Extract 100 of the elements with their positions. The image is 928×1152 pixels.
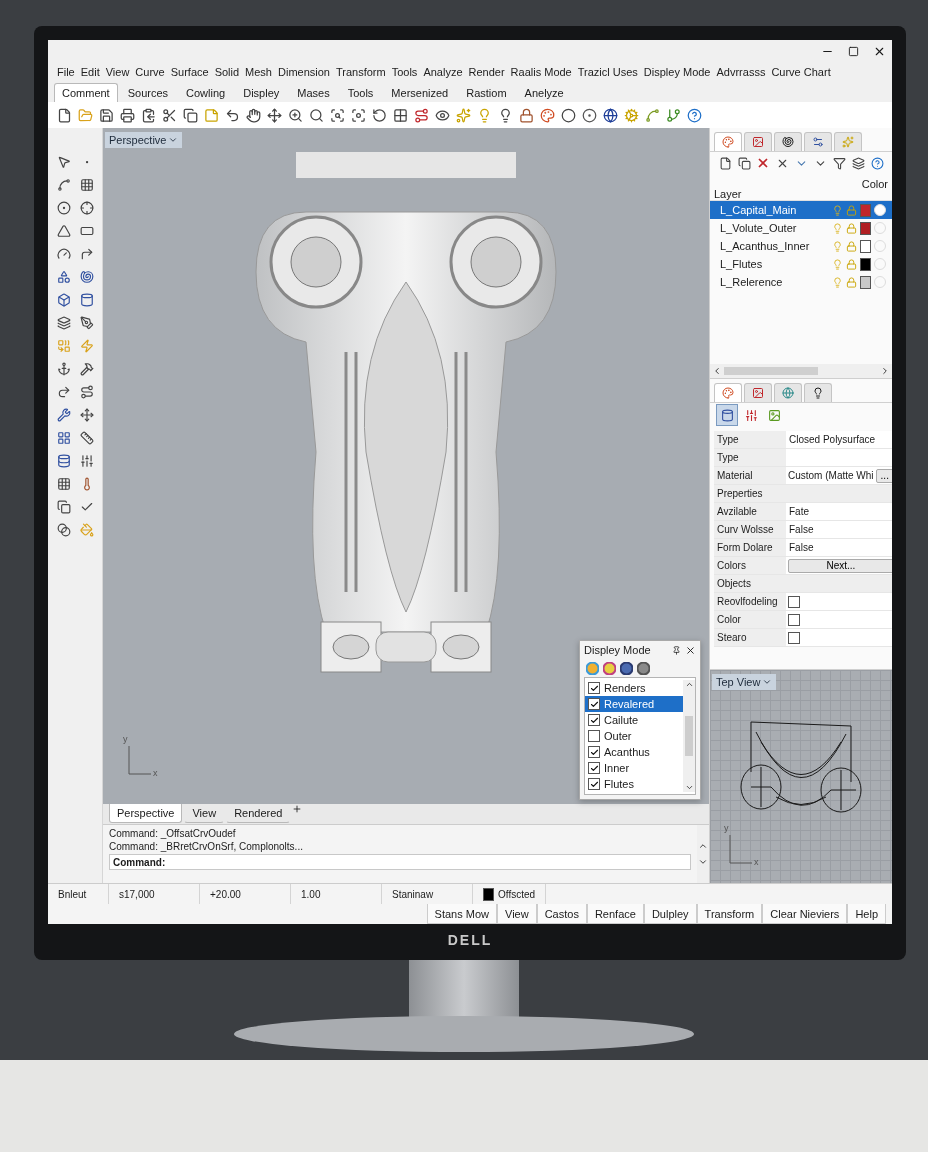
command-history-line: Command: _BRretCrvOnSrf, Complonolts... <box>109 841 304 852</box>
section-header: Objects <box>714 575 892 593</box>
menu-item[interactable]: Analyze <box>420 66 466 78</box>
property-label: Avzilable <box>714 503 786 521</box>
checkbox[interactable] <box>588 778 600 790</box>
display-tab[interactable] <box>744 383 772 402</box>
checkbox[interactable] <box>588 762 600 774</box>
menu-item[interactable]: File <box>54 66 78 78</box>
menu-item[interactable]: Surface <box>167 66 212 78</box>
scrollbar[interactable] <box>697 825 709 883</box>
next-button[interactable]: Next... <box>788 558 892 573</box>
image-icon <box>752 136 764 148</box>
ribbon-tab[interactable]: Anelyze <box>516 83 572 102</box>
mode-list-item[interactable]: Inner <box>585 760 683 776</box>
menu-item[interactable]: Trazicl Uses <box>574 66 641 78</box>
menu-item[interactable]: Transform <box>332 66 389 78</box>
bottom-tab[interactable]: View <box>497 904 537 924</box>
checkbox[interactable] <box>588 698 600 710</box>
scroll-thumb[interactable] <box>685 716 693 756</box>
caret-icon[interactable] <box>168 135 179 145</box>
ribbon-tab[interactable]: Sources <box>119 83 177 102</box>
menu-item[interactable]: View <box>102 66 133 78</box>
bottom-tab[interactable]: Stans Mow <box>426 904 497 924</box>
menu-item[interactable]: Raalis Mode <box>507 66 575 78</box>
bottom-tab[interactable]: Dulpley <box>643 904 697 924</box>
property-label: Type <box>714 431 786 449</box>
checkbox[interactable] <box>588 730 600 742</box>
mode-list-item[interactable]: Acanthus <box>585 744 683 760</box>
menu-item[interactable]: Dimension <box>275 66 333 78</box>
menu-item[interactable]: Mesh <box>242 66 275 78</box>
mode-list-item[interactable]: Outer <box>585 728 683 744</box>
panel-title: Displey Mode <box>584 644 652 656</box>
mode-list-item[interactable]: Renders <box>585 680 683 696</box>
ribbon-tab[interactable]: Cowling <box>178 83 234 102</box>
checkbox[interactable] <box>588 746 600 758</box>
mode-list-item[interactable]: Flutes <box>585 776 683 792</box>
axis-label: x <box>754 857 759 867</box>
bottom-tab[interactable]: Transform <box>696 904 763 924</box>
add-tab-icon[interactable] <box>292 804 303 814</box>
caret-icon[interactable] <box>762 677 773 687</box>
object-icon[interactable] <box>716 404 738 426</box>
menu-item[interactable]: Tools <box>388 66 421 78</box>
ribbon-tab[interactable]: Mersenized <box>383 83 457 102</box>
maximize-icon[interactable] <box>848 45 859 57</box>
scroll-down-icon[interactable] <box>684 783 694 792</box>
light-tab[interactable] <box>804 383 832 402</box>
viewport-tab[interactable]: View <box>184 804 225 823</box>
render-tab[interactable] <box>804 132 832 151</box>
menu-item[interactable]: Curve Chart <box>768 66 834 78</box>
properties-tab[interactable] <box>714 383 742 402</box>
checkbox[interactable] <box>588 714 600 726</box>
viewport-tab[interactable]: Rendered <box>226 804 291 823</box>
menu-item[interactable]: Displey Mode <box>640 66 714 78</box>
bottom-tab[interactable]: Clear Nieviers <box>762 904 848 924</box>
command-history-line: Command: _OffsatCrvOudef <box>109 828 237 839</box>
bottom-tab[interactable]: Help <box>847 904 886 924</box>
pin-icon[interactable] <box>672 645 681 655</box>
ribbon-tab[interactable]: Rastiom <box>458 83 515 102</box>
ribbon-tab[interactable]: Mases <box>289 83 338 102</box>
settings-icon <box>812 136 824 148</box>
property-label: Material <box>714 467 786 485</box>
property-value: Custom (Matte Whi <box>788 470 874 481</box>
mode-list-item[interactable]: Cailute <box>585 712 683 728</box>
menu-item[interactable]: Solid <box>211 66 243 78</box>
menu-item[interactable]: Curve <box>132 66 168 78</box>
viewport-label[interactable]: Perspective <box>105 132 183 148</box>
scroll-down-icon[interactable] <box>698 857 708 867</box>
checkbox[interactable] <box>788 613 800 626</box>
scrollbar[interactable] <box>710 364 892 378</box>
scroll-thumb[interactable] <box>724 367 818 375</box>
menu-item[interactable]: Render <box>465 66 508 78</box>
command-input[interactable]: Command: <box>109 854 691 870</box>
ribbon-tab[interactable]: Comment <box>54 83 118 102</box>
axis-label: y <box>724 823 729 833</box>
scroll-left-icon[interactable] <box>712 366 722 376</box>
globe-icon <box>782 387 794 399</box>
bottom-tab[interactable]: Renface <box>586 904 644 924</box>
menu-item[interactable]: Edit <box>77 66 103 78</box>
display-tab[interactable] <box>744 132 772 151</box>
mode-list-item[interactable]: Revalered <box>585 696 683 712</box>
ribbon-tab[interactable]: Displey <box>235 83 288 102</box>
viewport-tab[interactable]: Perspective <box>109 804 183 823</box>
shell-tab[interactable] <box>774 132 802 151</box>
scroll-up-icon[interactable] <box>684 680 694 689</box>
menu-item[interactable]: Advrrasss <box>713 66 769 78</box>
property-label: Reovlfodeling <box>714 593 786 611</box>
bottom-tab[interactable]: Castos <box>536 904 587 924</box>
browse-button[interactable]: ... <box>875 468 892 483</box>
scroll-up-icon[interactable] <box>698 841 708 851</box>
scroll-right-icon[interactable] <box>880 366 890 376</box>
checkbox[interactable] <box>588 682 600 694</box>
brand-logo: DELL <box>447 931 493 950</box>
material-tab[interactable] <box>774 383 802 402</box>
checkbox[interactable] <box>788 595 800 608</box>
viewport-label[interactable]: Tep View <box>712 674 777 690</box>
scrollbar[interactable] <box>683 680 695 792</box>
ribbon-tab[interactable]: Tools <box>339 83 382 102</box>
close-icon[interactable] <box>685 644 696 656</box>
checkbox[interactable] <box>788 631 800 644</box>
property-label: Color <box>714 611 786 629</box>
